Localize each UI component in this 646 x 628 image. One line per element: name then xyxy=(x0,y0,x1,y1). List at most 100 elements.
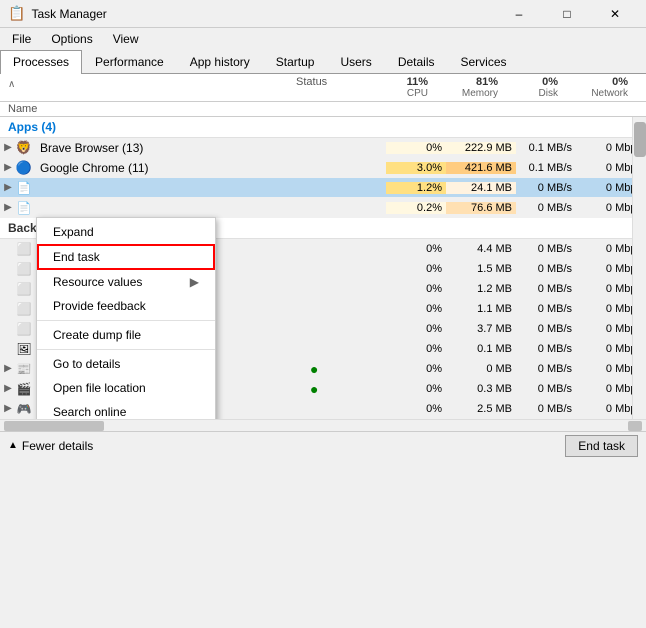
menu-view[interactable]: View xyxy=(105,30,147,48)
ctx-open-file-location[interactable]: Open file location xyxy=(37,376,215,400)
process-cpu: 0% xyxy=(386,283,446,295)
process-disk: 0 MB/s xyxy=(516,303,576,315)
network-pct: 0% xyxy=(566,76,628,88)
process-memory: 0.1 MB xyxy=(446,343,516,355)
scrollbar-thumb[interactable] xyxy=(634,122,646,157)
scrollbar-spacer xyxy=(632,75,646,100)
title-bar: 📋 Task Manager – □ ✕ xyxy=(0,0,646,28)
process-memory: 4.4 MB xyxy=(446,243,516,255)
app-title: Task Manager xyxy=(31,7,106,21)
ctx-expand[interactable]: Expand xyxy=(37,220,215,244)
col-disk-header[interactable]: 0% Disk xyxy=(502,75,562,100)
process-disk: 0.1 MB/s xyxy=(516,142,576,154)
ctx-create-dump[interactable]: Create dump file xyxy=(37,323,215,347)
bg-app-icon: ⬜ xyxy=(16,241,32,257)
col-sort-arrow[interactable]: ∧ xyxy=(0,75,292,100)
expand-icon[interactable]: ▶ xyxy=(0,162,16,173)
process-disk: 0 MB/s xyxy=(516,283,576,295)
app-icon: 📋 xyxy=(8,5,25,22)
ctx-details-label: Go to details xyxy=(53,357,120,371)
fewer-details-label: Fewer details xyxy=(22,439,93,453)
network-label: Network xyxy=(566,88,628,99)
horizontal-scrollbar[interactable] xyxy=(0,419,646,431)
table-row[interactable]: ▶ 🦁 Brave Browser (13) 0% 222.9 MB 0.1 M… xyxy=(0,138,646,158)
col-cpu-header[interactable]: 11% CPU xyxy=(372,75,432,100)
features-icon: 🖼 xyxy=(16,341,32,357)
expand-icon[interactable]: ▶ xyxy=(0,202,16,213)
tab-processes[interactable]: Processes xyxy=(0,50,82,74)
cpu-pct: 11% xyxy=(376,76,428,88)
col-memory-header[interactable]: 81% Memory xyxy=(432,75,502,100)
chrome-icon: 🔵 xyxy=(16,160,32,176)
expand-icon[interactable]: ▶ xyxy=(0,142,16,153)
process-cpu: 0% xyxy=(386,323,446,335)
process-disk: 0 MB/s xyxy=(516,263,576,275)
scrollbar-track[interactable] xyxy=(632,117,646,419)
process-disk: 0 MB/s xyxy=(516,323,576,335)
ctx-resource-values[interactable]: Resource values ▶ xyxy=(37,270,215,294)
window-controls: – □ ✕ xyxy=(496,3,638,25)
tab-users[interactable]: Users xyxy=(327,50,384,73)
ctx-search-online[interactable]: Search online xyxy=(37,400,215,419)
process-name: Brave Browser (13) xyxy=(36,141,306,155)
menu-options[interactable]: Options xyxy=(43,30,100,48)
tab-performance[interactable]: Performance xyxy=(82,50,177,73)
unknown-app-icon: 📄 xyxy=(16,180,32,196)
gaming-icon: 🎮 xyxy=(16,401,32,417)
process-cpu: 0% xyxy=(386,303,446,315)
table-row[interactable]: ▶ 🔵 Google Chrome (11) 3.0% 421.6 MB 0.1… xyxy=(0,158,646,178)
process-cpu: 0% xyxy=(386,343,446,355)
tab-bar: Processes Performance App history Startu… xyxy=(0,50,646,74)
process-cpu: 0% xyxy=(386,363,446,375)
sort-icon: ∧ xyxy=(8,79,15,90)
memory-label: Memory xyxy=(436,88,498,99)
submenu-arrow-icon: ▶ xyxy=(190,275,199,289)
process-disk: 0 MB/s xyxy=(516,363,576,375)
bg-app-icon2: ⬜ xyxy=(16,261,32,277)
process-cpu: 0% xyxy=(386,243,446,255)
close-button[interactable]: ✕ xyxy=(592,3,638,25)
process-memory: 0.3 MB xyxy=(446,383,516,395)
main-content: ∧ Status 11% CPU 81% Memory 0% Disk 0% N… xyxy=(0,74,646,431)
process-disk: 0.1 MB/s xyxy=(516,162,576,174)
ctx-end-task[interactable]: End task xyxy=(37,244,215,270)
fewer-details-btn[interactable]: ▲ Fewer details xyxy=(8,439,93,453)
ctx-search-label: Search online xyxy=(53,405,126,419)
h-scrollbar-thumb[interactable] xyxy=(4,421,104,431)
process-memory: 421.6 MB xyxy=(446,162,516,174)
expand-icon[interactable]: ▶ xyxy=(0,182,16,193)
process-disk: 0 MB/s xyxy=(516,243,576,255)
table-row[interactable]: ▶ 📄 0.2% 76.6 MB 0 MB/s 0 Mbps xyxy=(0,198,646,218)
process-cpu: 0% xyxy=(386,142,446,154)
tab-services[interactable]: Services xyxy=(448,50,520,73)
col-status-header: Status xyxy=(292,75,372,100)
process-cpu: 0.2% xyxy=(386,202,446,214)
ctx-feedback-label: Provide feedback xyxy=(53,299,146,313)
disk-label: Disk xyxy=(506,88,558,99)
tab-app-history[interactable]: App history xyxy=(177,50,263,73)
minimize-button[interactable]: – xyxy=(496,3,542,25)
process-memory: 2.5 MB xyxy=(446,403,516,415)
process-cpu: 0% xyxy=(386,403,446,415)
ctx-go-to-details[interactable]: Go to details xyxy=(37,352,215,376)
cpu-label: CPU xyxy=(376,88,428,99)
ctx-provide-feedback[interactable]: Provide feedback xyxy=(37,294,215,318)
process-list[interactable]: Apps (4) ▶ 🦁 Brave Browser (13) 0% 222.9… xyxy=(0,117,646,419)
brave-icon: 🦁 xyxy=(16,140,32,156)
context-menu: Expand End task Resource values ▶ Provid… xyxy=(36,217,216,419)
col-network-header[interactable]: 0% Network xyxy=(562,75,632,100)
bottom-bar: ▲ Fewer details End task xyxy=(0,431,646,459)
name-col-header: Name xyxy=(0,102,292,116)
tab-startup[interactable]: Startup xyxy=(263,50,328,73)
tab-details[interactable]: Details xyxy=(385,50,448,73)
process-memory: 1.1 MB xyxy=(446,303,516,315)
bg-app-icon3: ⬜ xyxy=(16,281,32,297)
end-task-button[interactable]: End task xyxy=(565,435,638,457)
fewer-details-arrow: ▲ xyxy=(8,440,18,451)
process-disk: 0 MB/s xyxy=(516,182,576,194)
maximize-button[interactable]: □ xyxy=(544,3,590,25)
menu-bar: File Options View xyxy=(0,28,646,50)
table-row[interactable]: ▶ 📄 1.2% 24.1 MB 0 MB/s 0 Mbps xyxy=(0,178,646,198)
process-memory: 3.7 MB xyxy=(446,323,516,335)
menu-file[interactable]: File xyxy=(4,30,39,48)
